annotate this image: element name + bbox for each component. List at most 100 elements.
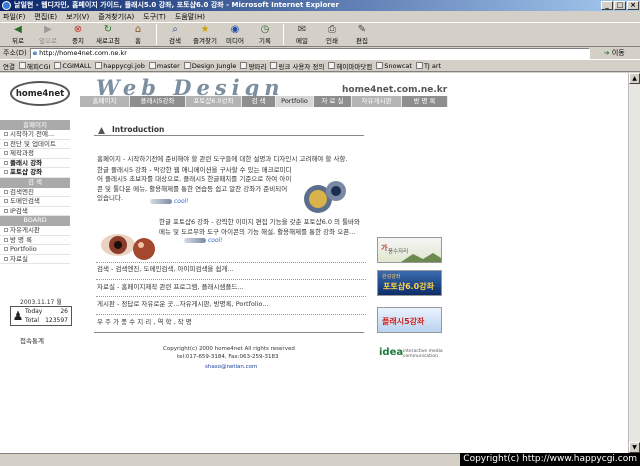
dotted-divider	[96, 279, 366, 280]
intro-archive[interactable]: 자료실 - 홈페이지제작 관련 프로그램, 플래시샘플드...	[97, 283, 365, 293]
sidebar-item-guestbook[interactable]: 방 명 록	[0, 236, 70, 246]
nav-guestbook[interactable]: 방 명 록	[402, 96, 448, 107]
page-icon	[18, 62, 26, 69]
scroll-up-icon[interactable]: ▲	[629, 73, 640, 84]
edit-button[interactable]: ✎ 편집	[347, 23, 377, 45]
more-link-flash[interactable]: cool!	[150, 197, 189, 205]
nav-home[interactable]: 홈페이지	[80, 96, 130, 107]
sidebar-item-flash[interactable]: 플래시 강좌	[0, 159, 70, 169]
link-item[interactable]: happycgi.job	[95, 62, 145, 70]
address-value: http://home4net.com.ne.kr	[39, 49, 127, 57]
mail-button[interactable]: ✉ 메일	[287, 23, 317, 45]
nav-portfolio[interactable]: Portfolio	[276, 96, 314, 107]
banner-flash[interactable]: 플래시5강좌	[377, 307, 442, 333]
go-button[interactable]: ➔ 이동	[604, 48, 625, 58]
favorites-button[interactable]: ★ 즐겨찾기	[190, 23, 220, 45]
dotted-divider	[96, 262, 366, 263]
intro-fengshui[interactable]: 우 주 가 풍 수 지 리 , 역 학 , 작 명	[97, 318, 365, 328]
back-button[interactable]: ◀ 뒤로	[3, 23, 33, 45]
stop-icon: ⊗	[73, 24, 83, 35]
sidebar-search-header: 검 색	[0, 177, 70, 188]
menu-help[interactable]: 도움말(H)	[175, 12, 205, 22]
window-controls: _ □ ×	[601, 1, 639, 10]
bullet-icon	[4, 170, 8, 175]
link-item[interactable]: 헤이마마닷컴	[328, 61, 372, 71]
banner-fengshui[interactable]: 가 풍수자리	[377, 237, 442, 263]
nav-archive[interactable]: 자 료 실	[314, 96, 352, 107]
footer-email[interactable]: shaso@netian.com	[205, 364, 257, 370]
bullet-icon	[4, 141, 8, 146]
forward-button[interactable]: ▶ 앞으로	[33, 23, 63, 45]
mascot-icon: ♟	[12, 309, 24, 323]
mail-icon: ✉	[297, 24, 307, 35]
sidebar-item-domain-search[interactable]: 도메인검색	[0, 197, 70, 207]
media-button[interactable]: ◉ 미디어	[220, 23, 250, 45]
address-input[interactable]: e http://home4net.com.ne.kr	[29, 47, 590, 59]
stats-link[interactable]: 접속통계	[20, 335, 44, 345]
stop-button[interactable]: ⊗ 중지	[63, 23, 93, 45]
minimize-button[interactable]: _	[601, 1, 613, 10]
menu-tools[interactable]: 도구(T)	[143, 12, 166, 22]
maximize-button[interactable]: □	[614, 1, 626, 10]
more-link-photoshop[interactable]: cool!	[184, 236, 223, 244]
refresh-button[interactable]: ↻ 새로고침	[93, 23, 123, 45]
sidebar-item-ip-search[interactable]: IP검색	[0, 207, 70, 217]
bullet-icon	[4, 151, 8, 156]
link-item[interactable]: Snowcat	[376, 62, 412, 70]
intro-board[interactable]: 게시판 - 정답로 자유로운 곳...자유게시판, 방명록, Portfolio…	[97, 300, 365, 310]
sidebar-item-intro[interactable]: 시작하기 전에...	[0, 130, 70, 140]
media-icon: ◉	[230, 24, 240, 35]
link-item[interactable]: TJ art	[415, 62, 441, 70]
menu-favorites[interactable]: 즐겨찾기(A)	[98, 12, 134, 22]
go-arrow-icon: ➔	[603, 49, 610, 57]
window-title-bar[interactable]: 날일현 - 웹디자인, 홈페이지 가이드, 플래시5.0 강좌, 포토샵6.0 …	[0, 0, 640, 11]
intro-search[interactable]: 검색 - 검색엔진, 도메인검색, 아이피검색을 쉽게...	[97, 265, 365, 275]
history-button[interactable]: ◷ 기록	[250, 23, 280, 45]
ie-icon	[2, 1, 11, 10]
nav-flash[interactable]: 플래시5강좌	[130, 96, 186, 107]
site-logo[interactable]: home4net	[10, 81, 70, 106]
search-button[interactable]: ⌕ 검색	[160, 23, 190, 45]
page-icon	[183, 62, 191, 69]
sidebar-item-free-board[interactable]: 자유게시판	[0, 226, 70, 236]
home-button[interactable]: ⌂ 홈	[123, 23, 153, 45]
link-item[interactable]: Design Jungle	[183, 62, 236, 70]
link-item[interactable]: 땅따리	[240, 61, 266, 71]
close-button[interactable]: ×	[627, 1, 639, 10]
sidebar-item-portfolio[interactable]: Portfolio	[0, 245, 70, 255]
search-icon: ⌕	[172, 24, 178, 35]
page-content: home4net Web Design home4net.com.ne.kr 홈…	[0, 73, 628, 453]
sidebar-item-process[interactable]: 제작과정	[0, 149, 70, 159]
toolbar-divider	[156, 24, 157, 45]
vertical-scrollbar[interactable]: ▲ ▼	[628, 73, 640, 453]
menu-view[interactable]: 보기(V)	[66, 12, 89, 22]
links-label: 연결	[3, 62, 15, 71]
scroll-down-icon[interactable]: ▼	[629, 442, 640, 453]
address-label: 주소(D)	[3, 49, 27, 57]
star-icon: ★	[200, 24, 210, 35]
banner-idea[interactable]: idea interactive media communication	[377, 346, 443, 362]
sidebar-item-search-engine[interactable]: 검색엔진	[0, 188, 70, 198]
print-button[interactable]: ⎙ 인쇄	[317, 23, 347, 45]
link-item[interactable]: CGIMALL	[54, 62, 91, 70]
links-bar: 연결 해피CGI CGIMALL happycgi.job master Des…	[0, 60, 640, 72]
link-item[interactable]: 해피CGI	[18, 61, 50, 71]
sidebar-item-archive[interactable]: 자료실	[0, 255, 70, 265]
counter-date: 2003.11.17 월	[20, 299, 62, 306]
sidebar-item-photoshop[interactable]: 포토샵 강좌	[0, 168, 70, 178]
bullet-icon	[4, 256, 8, 261]
printer-icon: ⎙	[328, 24, 336, 35]
banner-photoshop[interactable]: 완성강좌 포토샵6.0강좌	[377, 270, 442, 296]
nav-photoshop[interactable]: 포토샵6.0강좌	[186, 96, 242, 107]
nav-free-board[interactable]: 자유게시판	[352, 96, 402, 107]
link-item[interactable]: 링크 사용자 정의	[270, 61, 324, 71]
menu-file[interactable]: 파일(F)	[3, 12, 25, 22]
nav-search[interactable]: 검 색	[242, 96, 276, 107]
sidebar-board-header: BOARD	[0, 216, 70, 226]
page-icon	[240, 62, 248, 69]
sidebar: 시작하기 전에... 전단 및 업데이트 제작과정 플래시 강좌 포토샵 강좌 …	[0, 130, 70, 265]
menu-edit[interactable]: 편집(E)	[34, 12, 57, 22]
sidebar-item-updates[interactable]: 전단 및 업데이트	[0, 140, 70, 150]
link-item[interactable]: master	[148, 62, 180, 70]
edit-icon: ✎	[357, 24, 367, 35]
